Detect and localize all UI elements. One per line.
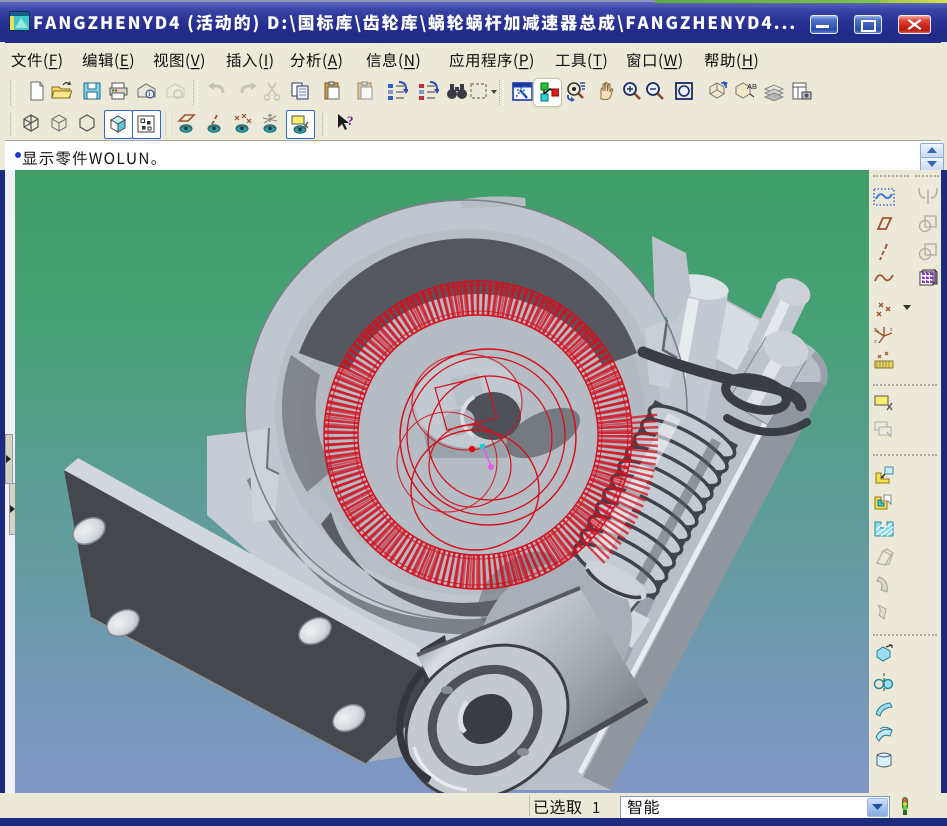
svg-text:?: ? [347, 113, 354, 128]
svg-text:z: z [874, 339, 877, 345]
svg-text:AB: AB [747, 82, 757, 91]
svg-text:x: x [890, 327, 893, 333]
